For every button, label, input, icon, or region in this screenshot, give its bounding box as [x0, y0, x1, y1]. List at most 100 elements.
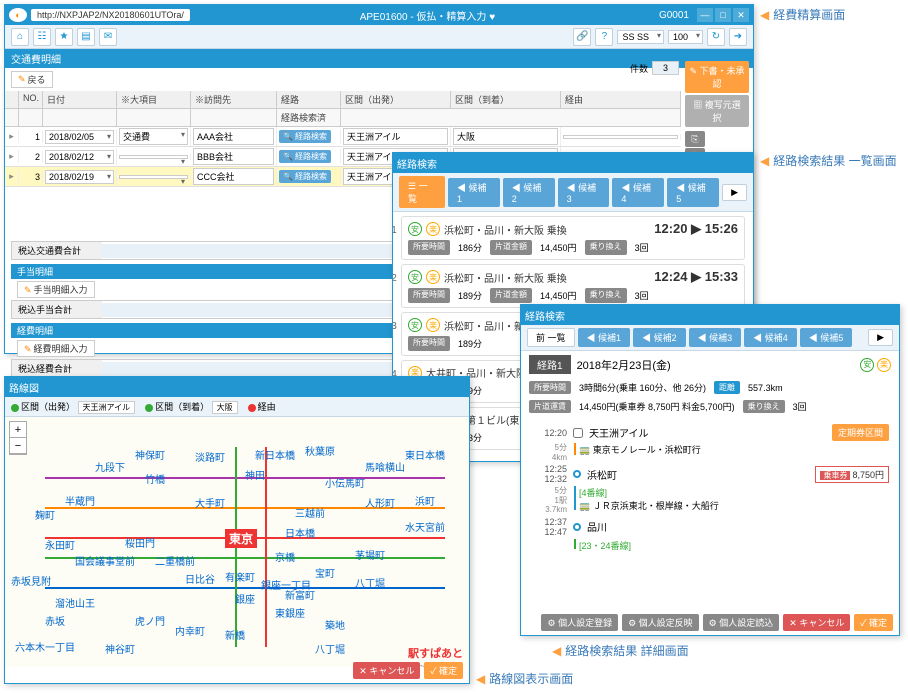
expense-input-button[interactable]: 経費明細入力 [17, 340, 95, 357]
station-shinnihombashi[interactable]: 新日本橋 [255, 447, 295, 462]
doc-icon[interactable]: ▤ [77, 28, 95, 46]
station-higashiginza[interactable]: 東銀座 [275, 605, 305, 620]
help-icon[interactable]: ? [595, 28, 613, 46]
station-shimbashi[interactable]: 新橋 [225, 627, 245, 642]
tab-cand1[interactable]: ◀ 候補1 [448, 178, 500, 207]
station-awajicho[interactable]: 淡路町 [195, 449, 225, 464]
tab-cand2[interactable]: ◀ 候補2 [503, 178, 555, 207]
zoom-select[interactable]: 100 [668, 30, 703, 44]
station-akasakamitsuke[interactable]: 赤坂見附 [11, 573, 51, 588]
tab-cand3[interactable]: ◀ 候補3 [558, 178, 610, 207]
station-otemachi[interactable]: 大手町 [195, 495, 225, 510]
tab-cand4[interactable]: ◀ 候補4 [612, 178, 664, 207]
station-kojimachi[interactable]: 麹町 [35, 507, 55, 522]
station-kayabacho[interactable]: 茅場町 [355, 547, 385, 562]
personal-load-button[interactable]: ⚙ 個人設定読込 [703, 614, 780, 631]
station-ginza1[interactable]: 銀座一丁目 [261, 577, 311, 592]
tab-cand5[interactable]: ◀ 候補5 [667, 178, 719, 207]
tab-cand3[interactable]: ◀ 候補3 [689, 328, 742, 347]
station-checkbox[interactable] [573, 428, 583, 438]
route-search-button[interactable]: 経路検索 [279, 150, 331, 163]
date-input[interactable]: 2018/02/19 [45, 170, 114, 184]
allowance-input-button[interactable]: 手当明細入力 [17, 281, 95, 298]
station-toranomon[interactable]: 虎ノ門 [135, 613, 165, 628]
confirm-button[interactable]: ✓ 確定 [424, 662, 463, 679]
tab-list[interactable]: ☰ 一覧 [399, 176, 445, 208]
tree-icon[interactable]: ☷ [33, 28, 51, 46]
route-search-button[interactable]: 経路検索 [279, 170, 331, 183]
station-hatchobori[interactable]: 八丁堀 [355, 575, 385, 590]
maximize-icon[interactable]: □ [715, 8, 731, 22]
tab-cand4[interactable]: ◀ 候補4 [744, 328, 797, 347]
station-higashinihombashi[interactable]: 東日本橋 [405, 447, 445, 462]
station-akasaka[interactable]: 赤坂 [45, 613, 65, 628]
station-roppongi1[interactable]: 六本木一丁目 [15, 639, 75, 654]
copy-icon[interactable]: ⎘ [685, 131, 705, 147]
station-takebashi[interactable]: 竹橋 [145, 471, 165, 486]
station-kyobashi[interactable]: 京橋 [275, 549, 295, 564]
station-kokkai[interactable]: 国会議事堂前 [75, 553, 135, 568]
category-select[interactable] [119, 155, 188, 159]
station-ningyocho[interactable]: 人形町 [365, 495, 395, 510]
zoom-in-button[interactable]: + [10, 422, 26, 438]
station-jimbocho[interactable]: 神保町 [135, 447, 165, 462]
route-search-button[interactable]: 経路検索 [279, 130, 331, 143]
table-row[interactable]: ▸12018/02/05交通費AAA会社経路検索天王洲アイル大阪 [5, 127, 681, 147]
gear-icon[interactable]: ✉ [99, 28, 117, 46]
refresh-icon[interactable]: ↻ [707, 28, 725, 46]
commuter-button[interactable]: 定期券区間 [832, 424, 889, 441]
via-input[interactable] [563, 135, 678, 139]
station-ginza[interactable]: 銀座 [235, 591, 255, 606]
personal-reflect-button[interactable]: ⚙ 個人設定反映 [622, 614, 699, 631]
tab-cand2[interactable]: ◀ 候補2 [633, 328, 686, 347]
date-input[interactable]: 2018/02/12 [45, 150, 114, 164]
station-tameike[interactable]: 溜池山王 [55, 595, 95, 610]
route-list-item[interactable]: 2安 楽浜松町・品川・新大阪 乗換12:24 ▶ 15:33所要時間189分片道… [401, 264, 745, 308]
station-mitsukoshimae[interactable]: 三越前 [295, 505, 325, 520]
user-select[interactable]: SS SS [617, 30, 664, 44]
station-akihabara[interactable]: 秋葉原 [305, 443, 335, 458]
exit-icon[interactable]: ➜ [729, 28, 747, 46]
station-kodemmacho[interactable]: 小伝馬町 [325, 475, 365, 490]
to-input[interactable]: 大阪 [453, 128, 558, 145]
dest-input[interactable]: AAA会社 [193, 128, 274, 145]
cancel-button[interactable]: ✕ キャンセル [353, 662, 420, 679]
station-hibiya[interactable]: 日比谷 [185, 571, 215, 586]
close-icon[interactable]: ✕ [733, 8, 749, 22]
confirm-button[interactable]: ✓ 確定 [854, 614, 893, 631]
cancel-button[interactable]: ✕ キャンセル [783, 614, 850, 631]
back-button[interactable]: 戻る [11, 71, 53, 88]
star-icon[interactable]: ★ [55, 28, 73, 46]
station-sakuradamon[interactable]: 桜田門 [125, 535, 155, 550]
station-hanzomon[interactable]: 半蔵門 [65, 493, 95, 508]
home-icon[interactable]: ⌂ [11, 28, 29, 46]
next-icon[interactable]: ▶ [722, 184, 747, 201]
category-select[interactable]: 交通費 [119, 128, 188, 145]
from-input[interactable]: 天王洲アイル [343, 128, 448, 145]
station-hacchobori[interactable]: 八丁堀 [315, 641, 345, 656]
station-takaracho[interactable]: 宝町 [315, 565, 335, 580]
station-tokyo[interactable]: 東京 [225, 529, 257, 548]
station-kudanshita[interactable]: 九段下 [95, 459, 125, 474]
link-icon[interactable]: 🔗 [573, 28, 591, 46]
tab-back-list[interactable]: 前 一覧 [527, 328, 575, 347]
station-suitengumae[interactable]: 水天宮前 [405, 519, 445, 534]
zoom-out-button[interactable]: − [10, 438, 26, 454]
station-nijubashimae[interactable]: 二重橋前 [155, 553, 195, 568]
dest-input[interactable]: CCC会社 [193, 168, 274, 185]
station-uchisaiwaicho[interactable]: 内幸町 [175, 623, 205, 638]
station-kamiyacho[interactable]: 神谷町 [105, 641, 135, 656]
route-list-item[interactable]: 1安 楽浜松町・品川・新大阪 乗換12:20 ▶ 15:26所要時間186分片道… [401, 216, 745, 260]
dest-input[interactable]: BBB会社 [193, 148, 274, 165]
station-hamacho[interactable]: 浜町 [415, 493, 435, 508]
draft-button[interactable]: ✎ 下書・未承認 [685, 61, 749, 93]
copy-source-button[interactable]: ▦ 複写元選択 [685, 95, 749, 127]
tab-cand5[interactable]: ◀ 候補5 [800, 328, 853, 347]
personal-reg-button[interactable]: ⚙ 個人設定登録 [541, 614, 618, 631]
minimize-icon[interactable]: — [697, 8, 713, 22]
station-nagatacho[interactable]: 永田町 [45, 537, 75, 552]
station-kanda[interactable]: 神田 [245, 467, 265, 482]
date-input[interactable]: 2018/02/05 [45, 130, 114, 144]
category-select[interactable] [119, 175, 188, 179]
station-nihombashi[interactable]: 日本橋 [285, 525, 315, 540]
